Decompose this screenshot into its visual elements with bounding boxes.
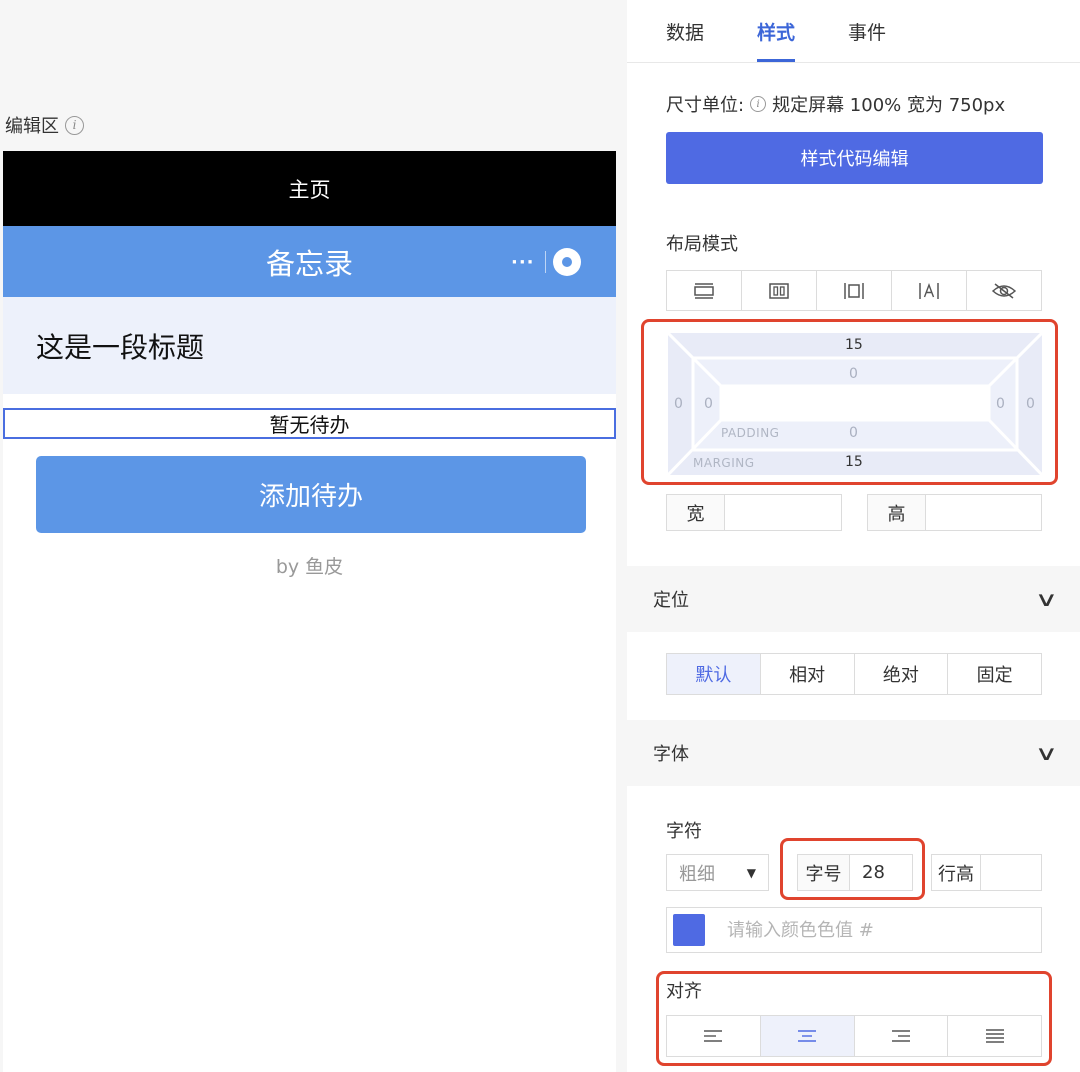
flex-icon: [769, 282, 789, 299]
layout-mode-group: [666, 270, 1042, 311]
byline-text: by 鱼皮: [275, 556, 344, 578]
panel-tabs: 数据 样式 事件: [627, 0, 1080, 63]
highlight-outline: [656, 971, 1052, 1066]
layout-block-button[interactable]: [667, 271, 742, 310]
property-panel: 数据 样式 事件 尺寸单位: i 规定屏幕 100% 宽为 750px 样式代码…: [627, 0, 1080, 1072]
font-section-title: 字体: [653, 744, 689, 765]
editor-area: 编辑区 i 主页 备忘录 ··· 这是一段标题 暂无待办 添加待办 by 鱼皮: [0, 0, 627, 1072]
tab-data[interactable]: 数据: [666, 0, 704, 62]
tab-style[interactable]: 样式: [757, 0, 796, 62]
width-label: 宽: [667, 495, 725, 530]
unit-row: 尺寸单位: i 规定屏幕 100% 宽为 750px: [666, 91, 1005, 117]
layout-hidden-button[interactable]: [967, 271, 1041, 310]
block-icon: [694, 282, 714, 299]
style-code-edit-button[interactable]: 样式代码编辑: [666, 132, 1043, 184]
position-fixed-button[interactable]: 固定: [948, 654, 1041, 694]
mini-program-capsule: ···: [501, 244, 589, 280]
height-label: 高: [868, 495, 926, 530]
char-label: 字符: [666, 821, 702, 842]
heading-text: 这是一段标题: [36, 330, 205, 364]
inline-block-icon: [844, 282, 864, 299]
width-field: 宽: [666, 494, 842, 531]
layout-inline-button[interactable]: [892, 271, 967, 310]
status-bar: 主页: [3, 151, 616, 226]
status-bar-title: 主页: [288, 177, 331, 202]
chevron-down-icon[interactable]: ∨: [1035, 587, 1058, 611]
position-absolute-button[interactable]: 绝对: [855, 654, 949, 694]
close-circle-icon[interactable]: [545, 248, 589, 276]
highlight-outline: [780, 838, 925, 900]
nav-bar: 备忘录 ···: [3, 226, 616, 297]
chevron-down-icon[interactable]: ∨: [1035, 741, 1058, 765]
hidden-icon: [991, 282, 1017, 299]
font-section-header[interactable]: 字体 ∨: [627, 720, 1080, 786]
layout-inline-block-button[interactable]: [817, 271, 892, 310]
dropdown-arrow-icon: ▼: [746, 865, 756, 880]
editor-label: 编辑区 i: [5, 112, 84, 138]
more-dots-icon[interactable]: ···: [501, 252, 545, 273]
line-height-label: 行高: [932, 855, 981, 890]
line-height-input[interactable]: [981, 855, 1041, 890]
nav-title: 备忘录: [265, 246, 353, 281]
color-field: [666, 907, 1042, 953]
style-code-edit-label: 样式代码编辑: [800, 149, 909, 170]
editor-label-text: 编辑区: [5, 116, 59, 137]
position-group: 默认 相对 绝对 固定: [666, 653, 1042, 695]
color-input[interactable]: [727, 919, 1027, 941]
font-weight-placeholder: 粗细: [679, 863, 715, 885]
font-weight-select[interactable]: 粗细 ▼: [666, 854, 769, 891]
add-todo-button[interactable]: 添加待办: [36, 456, 586, 533]
position-section-title: 定位: [653, 590, 689, 611]
position-default-button[interactable]: 默认: [667, 654, 761, 694]
highlight-outline: [641, 319, 1058, 485]
add-todo-label: 添加待办: [258, 482, 363, 512]
height-input[interactable]: [926, 495, 1041, 530]
unit-label: 尺寸单位:: [666, 95, 745, 116]
layout-flex-button[interactable]: [742, 271, 817, 310]
height-field: 高: [867, 494, 1042, 531]
width-input[interactable]: [725, 495, 841, 530]
empty-todo-text[interactable]: 暂无待办: [3, 408, 616, 439]
layout-mode-label: 布局模式: [666, 234, 738, 255]
color-swatch[interactable]: [673, 914, 705, 946]
heading-block[interactable]: 这是一段标题: [3, 297, 616, 394]
phone-preview: 主页 备忘录 ··· 这是一段标题 暂无待办 添加待办 by 鱼皮: [3, 151, 616, 1072]
position-section-header[interactable]: 定位 ∨: [627, 566, 1080, 632]
info-icon[interactable]: i: [65, 115, 84, 135]
line-height-field: 行高: [931, 854, 1042, 891]
inline-icon: [919, 282, 939, 299]
tab-events[interactable]: 事件: [848, 0, 886, 62]
info-icon[interactable]: i: [750, 96, 767, 112]
empty-todo-label: 暂无待办: [269, 413, 350, 437]
unit-description: 规定屏幕 100% 宽为 750px: [772, 95, 1006, 116]
position-relative-button[interactable]: 相对: [761, 654, 855, 694]
